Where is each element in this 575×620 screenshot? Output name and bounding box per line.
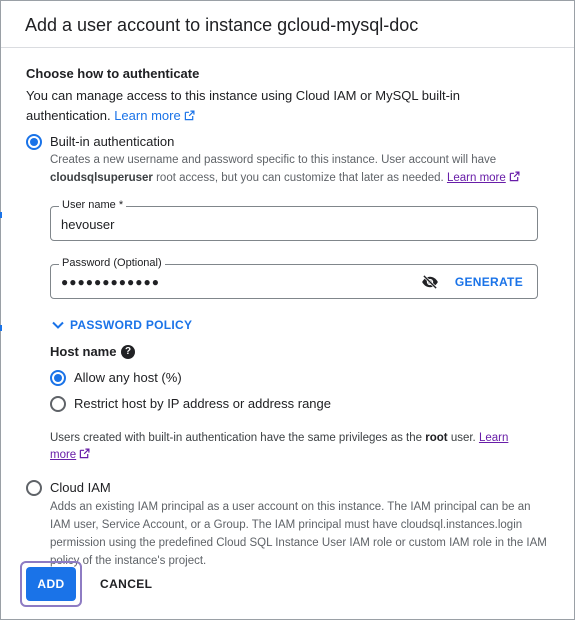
host-restrict-label: Restrict host by IP address or address r… — [74, 396, 331, 411]
chevron-down-icon — [52, 321, 64, 329]
dialog-title: Add a user account to instance gcloud-my… — [25, 15, 419, 35]
builtin-helper-text-2: root access, but you can customize that … — [156, 172, 444, 184]
generate-password-button[interactable]: GENERATE — [455, 275, 523, 289]
password-input[interactable]: ●●●●●●●●●●●● — [61, 275, 160, 289]
builtin-privileges-note: Users created with built-in authenticati… — [50, 430, 530, 464]
auth-intro: You can manage access to this instance u… — [26, 86, 466, 126]
visibility-off-icon[interactable] — [421, 275, 439, 289]
note-root: root — [425, 432, 448, 444]
password-label: Password (Optional) — [59, 257, 165, 269]
builtin-auth-label: Built-in authentication — [50, 134, 175, 149]
note-text: Users created with built-in authenticati… — [50, 432, 423, 444]
builtin-auth-radio[interactable] — [26, 134, 42, 150]
host-restrict-radio[interactable] — [50, 396, 66, 412]
builtin-learn-more-link[interactable]: Learn more — [447, 172, 506, 184]
host-name-label: Host name — [50, 344, 117, 359]
builtin-helper-role: cloudsqlsuperuser — [50, 172, 153, 184]
host-any-label: Allow any host (%) — [74, 370, 182, 385]
builtin-learn-more-label: Learn more — [446, 172, 506, 184]
password-policy-toggle[interactable]: PASSWORD POLICY — [52, 318, 192, 332]
learn-more-link[interactable]: Learn more — [114, 108, 195, 123]
auth-intro-text: You can manage access to this instance u… — [26, 88, 461, 123]
external-link-icon — [184, 110, 195, 121]
username-label: User name * — [59, 199, 127, 211]
external-link-icon — [79, 448, 90, 459]
cloud-iam-radio[interactable] — [26, 480, 42, 496]
note-text-2: user. — [450, 432, 476, 444]
cloud-iam-helper: Adds an existing IAM principal as a user… — [50, 501, 547, 567]
edge-marker — [0, 212, 2, 218]
cancel-button[interactable]: CANCEL — [100, 577, 152, 591]
dialog-header: Add a user account to instance gcloud-my… — [1, 1, 574, 48]
learn-more-label: Learn more — [114, 108, 181, 123]
edge-marker — [0, 325, 2, 331]
builtin-auth-helper: Creates a new username and password spec… — [50, 151, 550, 187]
add-button[interactable]: ADD — [26, 567, 76, 601]
password-policy-label: PASSWORD POLICY — [70, 318, 193, 332]
host-any-radio[interactable] — [50, 370, 66, 386]
builtin-helper-text: Creates a new username and password spec… — [50, 154, 497, 166]
note-more-label: more — [50, 449, 77, 461]
username-input[interactable]: hevouser — [61, 217, 114, 232]
auth-section-heading: Choose how to authenticate — [26, 66, 200, 81]
external-link-icon — [509, 171, 520, 182]
help-icon[interactable]: ? — [121, 345, 135, 359]
cloud-iam-label: Cloud IAM — [50, 480, 111, 495]
password-field[interactable]: Password (Optional) ●●●●●●●●●●●● GENERAT… — [50, 257, 538, 299]
username-field[interactable]: User name * hevouser — [50, 199, 538, 241]
note-learn-label: Learn — [478, 432, 509, 444]
